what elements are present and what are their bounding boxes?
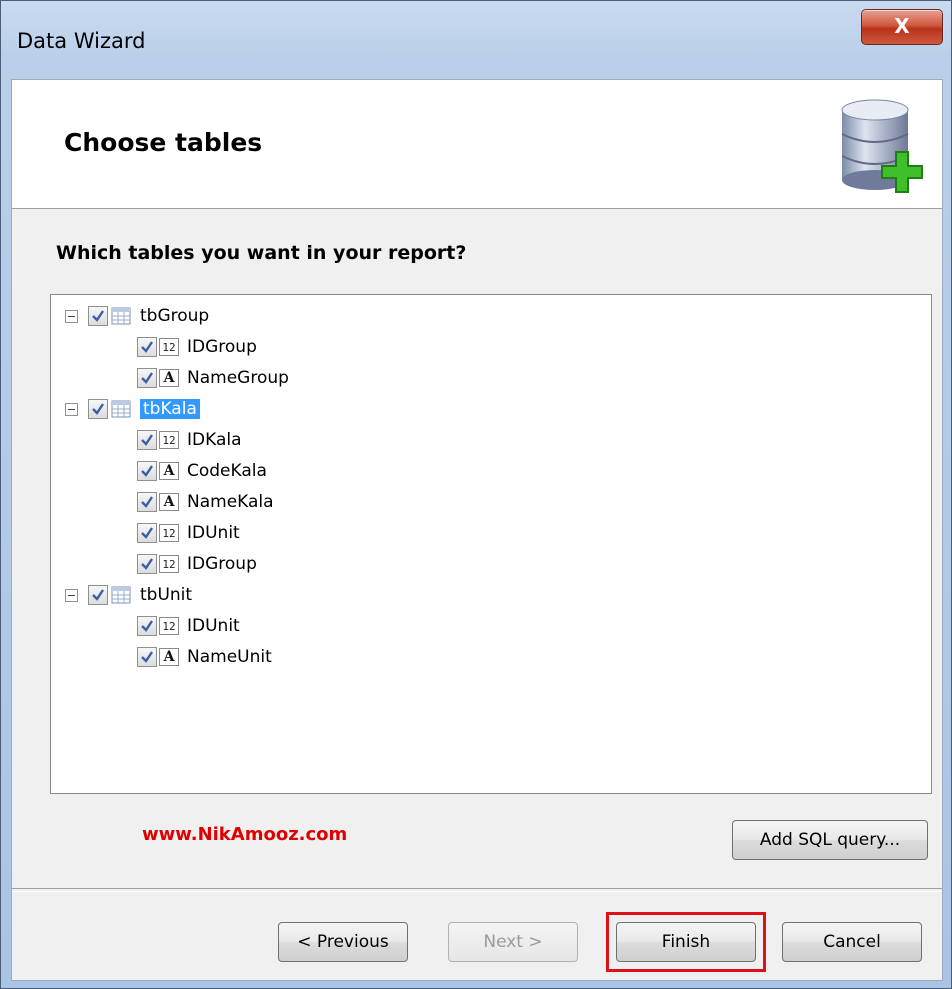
watermark-text: www.NikAmooz.com — [142, 824, 348, 845]
field-name[interactable]: IDKala — [187, 430, 242, 450]
page-title: Choose tables — [64, 128, 263, 157]
table-name[interactable]: tbKala — [140, 399, 200, 419]
field-name[interactable]: IDUnit — [187, 523, 240, 543]
table-checkbox[interactable] — [88, 306, 108, 326]
tree-table-row[interactable]: tbGroup — [65, 301, 209, 331]
field-checkbox[interactable] — [137, 554, 157, 574]
collapse-icon[interactable] — [65, 402, 78, 416]
table-name[interactable]: tbGroup — [140, 306, 209, 326]
database-add-icon — [841, 99, 923, 193]
number-type-icon: 12 — [159, 555, 179, 573]
number-type-icon: 12 — [159, 524, 179, 542]
field-name[interactable]: IDGroup — [187, 554, 257, 574]
tree-field-row[interactable]: A NameKala — [137, 487, 274, 517]
wizard-header: Choose tables — [12, 80, 942, 209]
table-checkbox[interactable] — [88, 399, 108, 419]
tree-field-row[interactable]: A NameUnit — [137, 642, 272, 672]
tree-table-row[interactable]: tbKala — [65, 394, 200, 424]
window-title: Data Wizard — [17, 29, 146, 53]
text-type-icon: A — [159, 369, 179, 387]
number-type-icon: 12 — [159, 617, 179, 635]
cancel-button[interactable]: Cancel — [782, 922, 922, 962]
tables-prompt: Which tables you want in your report? — [56, 242, 467, 264]
tree-field-row[interactable]: 12 IDGroup — [137, 549, 257, 579]
field-checkbox[interactable] — [137, 523, 157, 543]
text-type-icon: A — [159, 648, 179, 666]
previous-button[interactable]: < Previous — [278, 922, 408, 962]
field-name[interactable]: NameKala — [187, 492, 274, 512]
field-checkbox[interactable] — [137, 337, 157, 357]
field-checkbox[interactable] — [137, 616, 157, 636]
wizard-client-area: Choose tables Which tables you want in y… — [11, 79, 943, 981]
field-name[interactable]: CodeKala — [187, 461, 267, 481]
field-checkbox[interactable] — [137, 430, 157, 450]
collapse-icon[interactable] — [65, 309, 78, 323]
field-checkbox[interactable] — [137, 647, 157, 667]
number-type-icon: 12 — [159, 338, 179, 356]
table-icon — [110, 306, 132, 326]
data-wizard-window: Data Wizard X Choose tables Which tables… — [0, 0, 952, 989]
tree-field-row[interactable]: A CodeKala — [137, 456, 267, 486]
tree-field-row[interactable]: A NameGroup — [137, 363, 289, 393]
field-checkbox[interactable] — [137, 461, 157, 481]
text-type-icon: A — [159, 493, 179, 511]
field-name[interactable]: NameUnit — [187, 647, 272, 667]
tree-field-row[interactable]: 12 IDUnit — [137, 611, 240, 641]
table-name[interactable]: tbUnit — [140, 585, 192, 605]
tables-tree[interactable]: tbGroup 12 IDGroup A NameGroup tbKala 12 IDKala… — [50, 294, 932, 794]
add-sql-query-button[interactable]: Add SQL query... — [732, 820, 928, 860]
next-button: Next > — [448, 922, 578, 962]
number-type-icon: 12 — [159, 431, 179, 449]
field-checkbox[interactable] — [137, 492, 157, 512]
tree-table-row[interactable]: tbUnit — [65, 580, 192, 610]
collapse-icon[interactable] — [65, 588, 78, 602]
text-type-icon: A — [159, 462, 179, 480]
table-icon — [110, 399, 132, 419]
tree-field-row[interactable]: 12 IDKala — [137, 425, 242, 455]
field-name[interactable]: IDUnit — [187, 616, 240, 636]
close-button[interactable]: X — [861, 9, 943, 45]
field-name[interactable]: NameGroup — [187, 368, 289, 388]
field-name[interactable]: IDGroup — [187, 337, 257, 357]
tree-field-row[interactable]: 12 IDGroup — [137, 332, 257, 362]
title-bar[interactable]: Data Wizard X — [1, 1, 951, 83]
tree-field-row[interactable]: 12 IDUnit — [137, 518, 240, 548]
table-icon — [110, 585, 132, 605]
footer-separator — [12, 888, 942, 892]
field-checkbox[interactable] — [137, 368, 157, 388]
table-checkbox[interactable] — [88, 585, 108, 605]
finish-highlight-box — [606, 912, 766, 972]
